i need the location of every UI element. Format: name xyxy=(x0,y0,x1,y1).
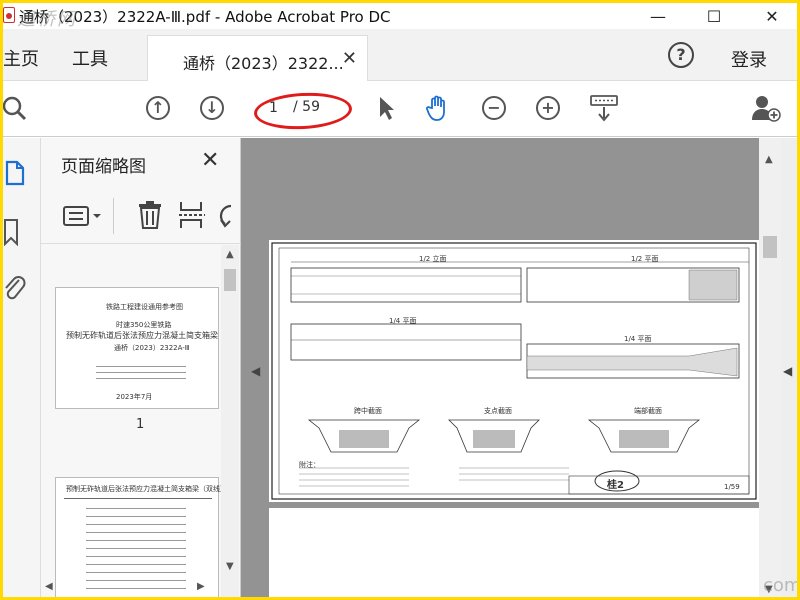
doc-scroll-up-icon[interactable]: ▲ xyxy=(765,154,773,165)
thumbnail-list[interactable]: 铁路工程建设通用参考图 时速350公里铁路 预制无砟轨道后张法预应力混凝土简支箱… xyxy=(41,245,221,597)
document-scrollbar[interactable]: ▲ ▼ xyxy=(759,138,781,597)
zoom-in-button[interactable]: + xyxy=(533,93,563,123)
thumb-code-text: 通桥（2023）2322A-Ⅲ xyxy=(114,344,190,352)
delete-page-icon[interactable] xyxy=(137,200,163,230)
thumbnail-scrollbar[interactable]: ▲ ▼ ◀ ▶ xyxy=(45,245,239,597)
rotate-page-icon[interactable] xyxy=(219,202,233,230)
right-tools-rail: ◀ xyxy=(781,138,797,597)
zoom-out-button[interactable]: − xyxy=(479,93,509,123)
page-thumbnail-2[interactable]: 预制无砟轨道后张法预应力混凝土简支箱梁（双线） xyxy=(55,477,221,597)
drawing-label: 1/2 立面 xyxy=(419,255,447,263)
scroll-mode-button[interactable] xyxy=(589,93,619,123)
options-menu-icon[interactable] xyxy=(63,204,103,228)
thumb2-title-text: 预制无砟轨道后张法预应力混凝土简支箱梁（双线） xyxy=(66,485,221,493)
document-tab-label: 通桥（2023）2322... xyxy=(183,54,344,73)
arrow-down-icon: ↓ xyxy=(200,96,224,120)
doc-scroll-thumb[interactable] xyxy=(763,236,777,258)
previous-page-button[interactable]: ↑ xyxy=(143,93,173,123)
keyboard-scroll-icon xyxy=(590,95,618,122)
drawing-label: 附注： xyxy=(299,461,320,469)
drawing-label: 1/2 平面 xyxy=(631,255,659,263)
help-icon[interactable]: ? xyxy=(668,42,694,68)
thumbnail-1-label: 1 xyxy=(136,417,145,432)
hand-tool-button[interactable] xyxy=(423,93,453,123)
corner-watermark: com xyxy=(763,575,797,596)
drawing-label: 端部截面 xyxy=(634,407,662,415)
minus-icon: − xyxy=(482,96,506,120)
bookmark-icon[interactable] xyxy=(3,218,23,246)
drawing-label: 跨中截面 xyxy=(354,407,382,415)
pdf-file-icon xyxy=(3,7,15,23)
thumbnail-scroll-thumb[interactable] xyxy=(224,269,236,291)
drawing-stamp: 桂2 xyxy=(607,480,624,491)
maximize-button[interactable]: ☐ xyxy=(691,3,737,29)
close-tab-icon[interactable]: ✕ xyxy=(342,48,357,69)
pdf-page-1[interactable]: 1/2 立面 1/2 平面 1/4 平面 1/4 平面 跨中截面 支点截面 端部… xyxy=(269,240,759,502)
drawing-label: 支点截面 xyxy=(484,407,512,415)
login-button[interactable]: 登录 xyxy=(731,46,767,72)
plus-icon: + xyxy=(536,96,560,120)
minimize-button[interactable]: — xyxy=(635,3,681,29)
acrobat-window: 通桥（2023）2322A-Ⅲ.pdf - Adobe Acrobat Pro … xyxy=(3,3,797,597)
toolbar-divider xyxy=(113,198,114,234)
scroll-left-icon[interactable]: ◀ xyxy=(45,581,53,592)
collapse-panel-arrow[interactable]: ◀ xyxy=(251,364,260,378)
main-toolbar: ↑ ↓ 1 / 59 − + xyxy=(3,81,797,137)
thumb-title-text: 预制无砟轨道后张法预应力混凝土简支箱梁（双线） xyxy=(66,331,221,340)
pdf-page-2[interactable] xyxy=(269,508,759,597)
thumb-project-text: 时速350公里铁路 xyxy=(116,321,172,329)
site-watermark: 迅桥网 xyxy=(17,9,77,30)
attachment-icon[interactable] xyxy=(3,274,27,302)
drawing-label: 1/4 平面 xyxy=(624,335,652,343)
engineering-drawing xyxy=(271,242,757,500)
zoom-search-icon[interactable] xyxy=(3,93,29,123)
tab-home[interactable]: 主页 xyxy=(3,45,39,71)
scroll-right-icon[interactable]: ▶ xyxy=(197,581,205,592)
tab-document[interactable]: 通桥（2023）2322... ✕ xyxy=(147,35,368,81)
select-tool-button[interactable] xyxy=(371,93,401,123)
close-panel-icon[interactable]: ✕ xyxy=(201,148,219,173)
panel-title: 页面缩略图 xyxy=(61,157,146,177)
tab-tools[interactable]: 工具 xyxy=(72,45,108,71)
page-thumbnail-1[interactable]: 铁路工程建设通用参考图 时速350公里铁路 预制无砟轨道后张法预应力混凝土简支箱… xyxy=(55,287,221,409)
panel-toolbar xyxy=(41,188,241,244)
arrow-up-icon: ↑ xyxy=(146,96,170,120)
page-thumbnails-panel: 页面缩略图 ✕ 铁路工程建设通用参考图 时速350公里铁路 预制无砟轨道后张法预… xyxy=(41,138,241,597)
title-bar: 通桥（2023）2322A-Ⅲ.pdf - Adobe Acrobat Pro … xyxy=(3,3,797,30)
sheet-number: 1/59 xyxy=(724,483,740,491)
cursor-arrow-icon xyxy=(380,97,394,120)
hand-icon xyxy=(426,95,445,121)
add-user-icon[interactable] xyxy=(751,93,781,123)
scroll-down-icon[interactable]: ▼ xyxy=(226,561,234,572)
drawing-label: 1/4 平面 xyxy=(389,317,417,325)
expand-right-pane-arrow[interactable]: ◀ xyxy=(783,364,792,378)
thumb-date-text: 2023年7月 xyxy=(116,393,153,401)
tab-bar: 主页 工具 通桥（2023）2322... ✕ ? 登录 xyxy=(3,29,797,81)
extract-page-icon[interactable] xyxy=(179,200,205,230)
next-page-button[interactable]: ↓ xyxy=(197,93,227,123)
scroll-up-icon[interactable]: ▲ xyxy=(226,249,234,260)
close-window-button[interactable]: ✕ xyxy=(749,3,795,29)
left-nav-rail xyxy=(3,138,41,597)
page-thumbnails-icon[interactable] xyxy=(5,160,25,186)
document-viewport[interactable]: ◀ 1/2 立面 1/2 平面 1/4 平面 1/4 平面 跨中截面 支点截面 … xyxy=(241,138,759,597)
thumb-series-text: 铁路工程建设通用参考图 xyxy=(106,303,183,311)
